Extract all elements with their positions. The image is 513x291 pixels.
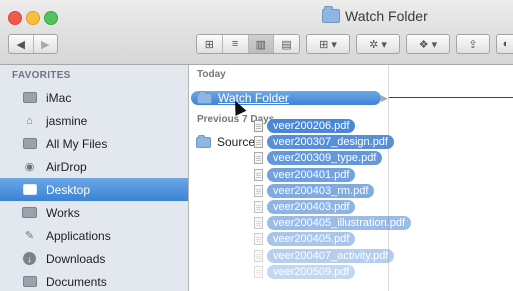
sidebar-item-label: Applications	[46, 228, 111, 243]
sidebar-item-label: Works	[46, 205, 80, 220]
dragged-file-name: veer200405.pdf	[267, 232, 356, 247]
downloads-icon: ↓	[22, 252, 37, 265]
pdf-file-icon	[254, 249, 263, 262]
sidebar-item-label: iMac	[46, 90, 72, 105]
pdf-file-icon	[254, 136, 263, 149]
sidebar: FAVORITES iMac ⌂ jasmine All My Files ◉ …	[0, 65, 189, 291]
folder-row-source[interactable]: Source	[196, 134, 255, 150]
list-view-button[interactable]: ≡	[223, 35, 249, 53]
sidebar-heading: FAVORITES	[12, 70, 71, 81]
sidebar-item-desktop[interactable]: Desktop	[0, 178, 188, 201]
folder-name: Source	[217, 135, 256, 149]
extension-button[interactable]: ◐	[496, 34, 513, 54]
dragged-file-item: veer200309_type.pdf	[254, 151, 383, 166]
group-header-today: Today	[197, 69, 226, 80]
dragged-file-name: veer200403.pdf	[267, 200, 356, 214]
dragged-file-item: veer200407_activity.pdf	[254, 248, 395, 263]
sidebar-item-label: AirDrop	[46, 159, 87, 174]
dragged-file-name: veer200407_activity.pdf	[267, 248, 395, 263]
folder-icon	[322, 6, 340, 23]
dragged-file-name: veer200509.pdf	[267, 264, 356, 279]
window-title-text: Watch Folder	[345, 8, 428, 24]
pdf-file-icon	[254, 168, 263, 181]
sidebar-item-airdrop[interactable]: ◉ AirDrop	[0, 155, 188, 178]
dragged-file-item: veer200206.pdf	[254, 119, 356, 133]
dragged-file-item: veer200401.pdf	[254, 167, 356, 182]
pdf-file-icon	[254, 217, 263, 230]
pdf-file-icon	[254, 201, 263, 213]
dropbox-button[interactable]: ❖ ▾	[406, 34, 450, 54]
dragged-file-name: veer200403_rm.pdf	[267, 183, 375, 198]
sidebar-item-label: Desktop	[46, 182, 91, 197]
sidebar-item-jasmine[interactable]: ⌂ jasmine	[0, 109, 188, 132]
sidebar-item-documents[interactable]: Documents	[0, 270, 188, 291]
arrange-button[interactable]: ⊞ ▾	[306, 34, 350, 54]
folder-icon	[197, 90, 212, 104]
back-button[interactable]: ◀	[9, 35, 33, 53]
dragged-file-name: veer200309_type.pdf	[267, 151, 383, 166]
dragged-file-item: veer200405_illustration.pdf	[254, 216, 412, 231]
disclosure-arrow-icon: ▶	[381, 93, 388, 103]
zoom-button[interactable]	[44, 11, 58, 25]
sidebar-item-all-my-files[interactable]: All My Files	[0, 132, 188, 155]
forward-button[interactable]: ▶	[32, 35, 58, 53]
action-button[interactable]: ✲ ▾	[356, 34, 400, 54]
dragged-file-item: veer200509.pdf	[254, 264, 356, 279]
sidebar-item-works[interactable]: Works	[0, 201, 188, 224]
sidebar-item-label: All My Files	[46, 136, 108, 151]
pdf-file-icon	[254, 233, 263, 246]
dragged-file-item: veer200405.pdf	[254, 232, 356, 247]
dragged-file-name: veer200307_design.pdf	[267, 135, 394, 150]
dragged-file-name: veer200206.pdf	[267, 119, 356, 133]
title-bar: Watch Folder ◀ ▶ ⊞ ≡ ▥ ▤ ⊞ ▾ ✲ ▾ ❖ ▾ ⇪ ◐	[0, 0, 513, 65]
pdf-file-icon	[254, 265, 263, 278]
coverflow-view-button[interactable]: ▤	[274, 35, 299, 53]
pdf-file-icon	[254, 120, 263, 132]
home-icon: ⌂	[26, 114, 33, 127]
sidebar-item-label: Documents	[46, 274, 107, 289]
minimize-button[interactable]	[26, 11, 40, 25]
documents-icon	[22, 275, 37, 288]
sidebar-item-downloads[interactable]: ↓ Downloads	[0, 247, 188, 270]
sidebar-item-imac[interactable]: iMac	[0, 86, 188, 109]
sidebar-item-label: Downloads	[46, 251, 106, 266]
sidebar-item-label: jasmine	[46, 113, 88, 128]
view-mode-control: ⊞ ≡ ▥ ▤	[196, 34, 300, 54]
dragged-file-item: veer200307_design.pdf	[254, 135, 394, 150]
applications-icon: ✎	[24, 230, 35, 242]
window-title: Watch Folder	[322, 6, 428, 26]
sidebar-item-applications[interactable]: ✎ Applications	[0, 224, 188, 247]
finder-window: Watch Folder ◀ ▶ ⊞ ≡ ▥ ▤ ⊞ ▾ ✲ ▾ ❖ ▾ ⇪ ◐…	[0, 0, 513, 291]
folder-icon	[196, 134, 211, 148]
share-button[interactable]: ⇪	[456, 34, 490, 54]
desktop-icon	[22, 183, 37, 196]
drop-indicator	[389, 97, 513, 98]
airdrop-icon: ◉	[24, 161, 35, 173]
close-button[interactable]	[8, 11, 22, 25]
all-files-icon	[22, 137, 37, 150]
dragged-file-name: veer200401.pdf	[267, 167, 356, 182]
icon-view-button[interactable]: ⊞	[197, 35, 223, 53]
folder-row-watch-folder[interactable]: Watch Folder	[191, 90, 381, 105]
column-view-button[interactable]: ▥	[248, 35, 275, 53]
dragged-file-item: veer200403.pdf	[254, 200, 356, 214]
imac-icon	[22, 91, 37, 104]
folder-icon	[22, 206, 37, 219]
dragged-file-item: veer200403_rm.pdf	[254, 183, 375, 198]
pdf-file-icon	[254, 184, 263, 197]
back-forward-control: ◀ ▶	[8, 34, 58, 54]
pdf-file-icon	[254, 152, 263, 165]
dragged-file-name: veer200405_illustration.pdf	[267, 216, 412, 231]
